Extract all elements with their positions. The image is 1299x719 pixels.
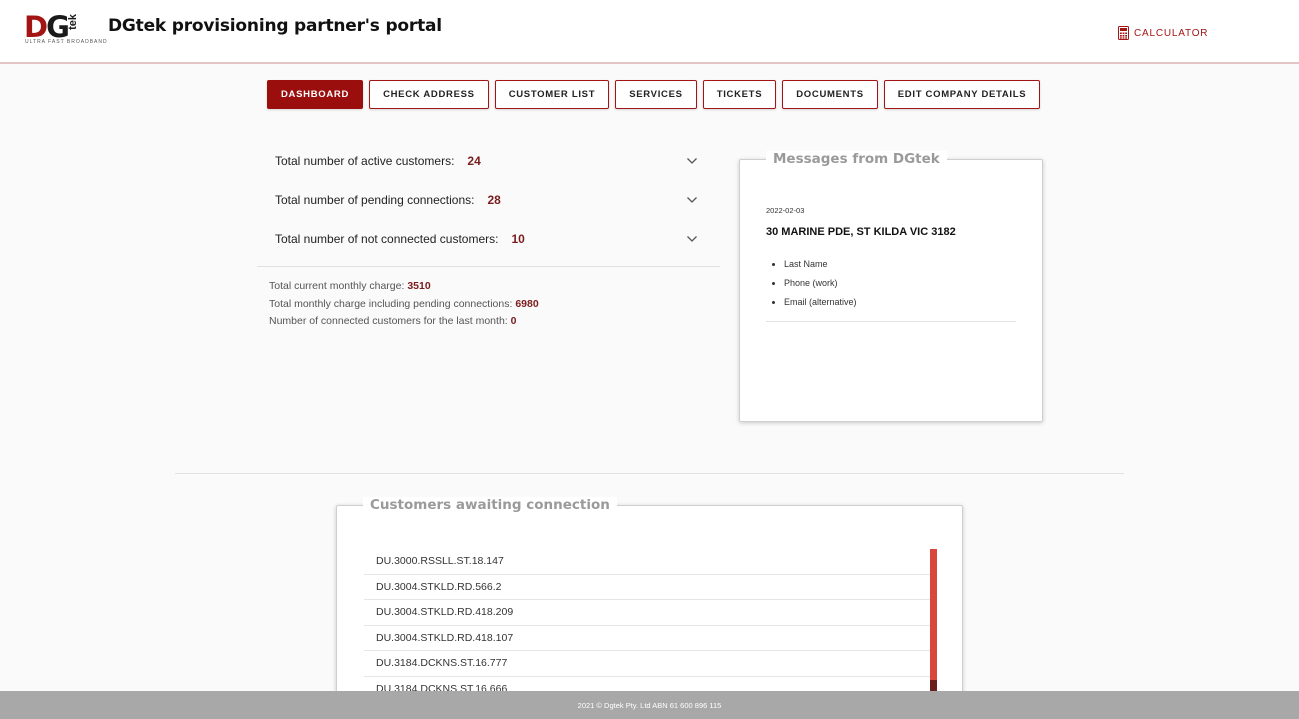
summary-label: Total number of pending connections: [275,192,475,207]
message-address: 30 MARINE PDE, ST KILDA VIC 3182 [766,226,956,238]
stat-label: Total current monthly charge: [269,280,405,292]
stat-value: 0 [510,315,517,327]
list-item[interactable]: DU.3004.STKLD.RD.418.209 [364,600,930,626]
summary-label: Total number of active customers: [275,153,455,168]
scrollbar[interactable] [930,549,937,699]
summary-label: Total number of not connected customers: [275,231,499,246]
list-item: Phone (work) [784,274,857,293]
summary-value: 28 [487,192,501,207]
tab-dashboard[interactable]: DASHBOARD [267,80,364,109]
tab-services[interactable]: SERVICES [615,80,697,109]
list-item[interactable]: DU.3004.STKLD.RD.566.2 [364,575,930,600]
message-items: Last Name Phone (work) Email (alternativ… [784,255,857,312]
calculator-icon [1118,26,1129,40]
logo-tek: tek [67,14,79,30]
list-item[interactable]: DU.3004.STKLD.RD.418.107 [364,626,930,651]
footer-text: 2021 © Dgtek Pty. Ltd ABN 61 600 896 115 [577,700,722,710]
active-customers-row[interactable]: Total number of active customers: 24 [257,141,720,180]
chevron-down-icon[interactable] [686,157,698,165]
tab-check-address[interactable]: CHECK ADDRESS [369,80,489,109]
divider [766,321,1016,322]
message-date: 2022-02-03 [766,206,805,215]
footer: 2021 © Dgtek Pty. Ltd ABN 61 600 896 115 [0,691,1299,719]
stat-value: 3510 [407,280,431,292]
list-item: Last Name [784,255,857,274]
calculator-link[interactable]: CALCULATOR [1118,26,1208,40]
messages-title: Messages from DGtek [766,151,947,167]
tab-documents[interactable]: DOCUMENTS [782,80,878,109]
stat-label: Number of connected customers for the la… [269,315,508,327]
list-item: Email (alternative) [784,293,857,312]
awaiting-connection-panel: Customers awaiting connection DU.3000.RS… [336,497,963,719]
dgtek-logo[interactable]: DG tek ULTRA FAST BROADBAND [24,10,107,50]
not-connected-row[interactable]: Total number of not connected customers:… [257,219,720,258]
logo-subtitle: ULTRA FAST BROADBAND [25,39,108,45]
stat-label: Total monthly charge including pending c… [269,297,513,310]
stat-monthly-charge-pending: Total monthly charge including pending c… [269,296,720,314]
awaiting-title: Customers awaiting connection [363,497,617,513]
calculator-label: CALCULATOR [1134,27,1209,39]
summary-value: 24 [467,153,481,168]
stat-connected-last-month: Number of connected customers for the la… [269,313,720,331]
chevron-down-icon[interactable] [686,235,698,243]
stat-value: 6980 [515,297,539,310]
stat-monthly-charge: Total current monthly charge: 3510 [269,278,720,296]
summary-value: 10 [511,231,525,246]
pending-connections-row[interactable]: Total number of pending connections: 28 [257,180,720,219]
stats-block: Total current monthly charge: 3510 Total… [257,267,720,331]
tab-tickets[interactable]: TICKETS [702,80,777,109]
list-item[interactable]: DU.3184.DCKNS.ST.16.777 [364,651,930,677]
section-divider [175,473,1124,474]
tab-edit-company-details[interactable]: EDIT COMPANY DETAILS [883,80,1041,109]
awaiting-list: DU.3000.RSSLL.ST.18.147 DU.3004.STKLD.RD… [364,549,930,702]
main-nav: DASHBOARD CHECK ADDRESS CUSTOMER LIST SE… [267,80,1041,109]
app-header: DG tek ULTRA FAST BROADBAND DGtek provis… [0,0,1299,64]
tab-customer-list[interactable]: CUSTOMER LIST [494,80,610,109]
messages-panel: Messages from DGtek 2022-02-03 30 MARINE… [739,151,1043,422]
summary-panel: Total number of active customers: 24 Tot… [257,141,720,331]
page-title: DGtek provisioning partner's portal [108,16,442,36]
list-item[interactable]: DU.3000.RSSLL.ST.18.147 [364,549,930,575]
chevron-down-icon[interactable] [686,196,698,204]
